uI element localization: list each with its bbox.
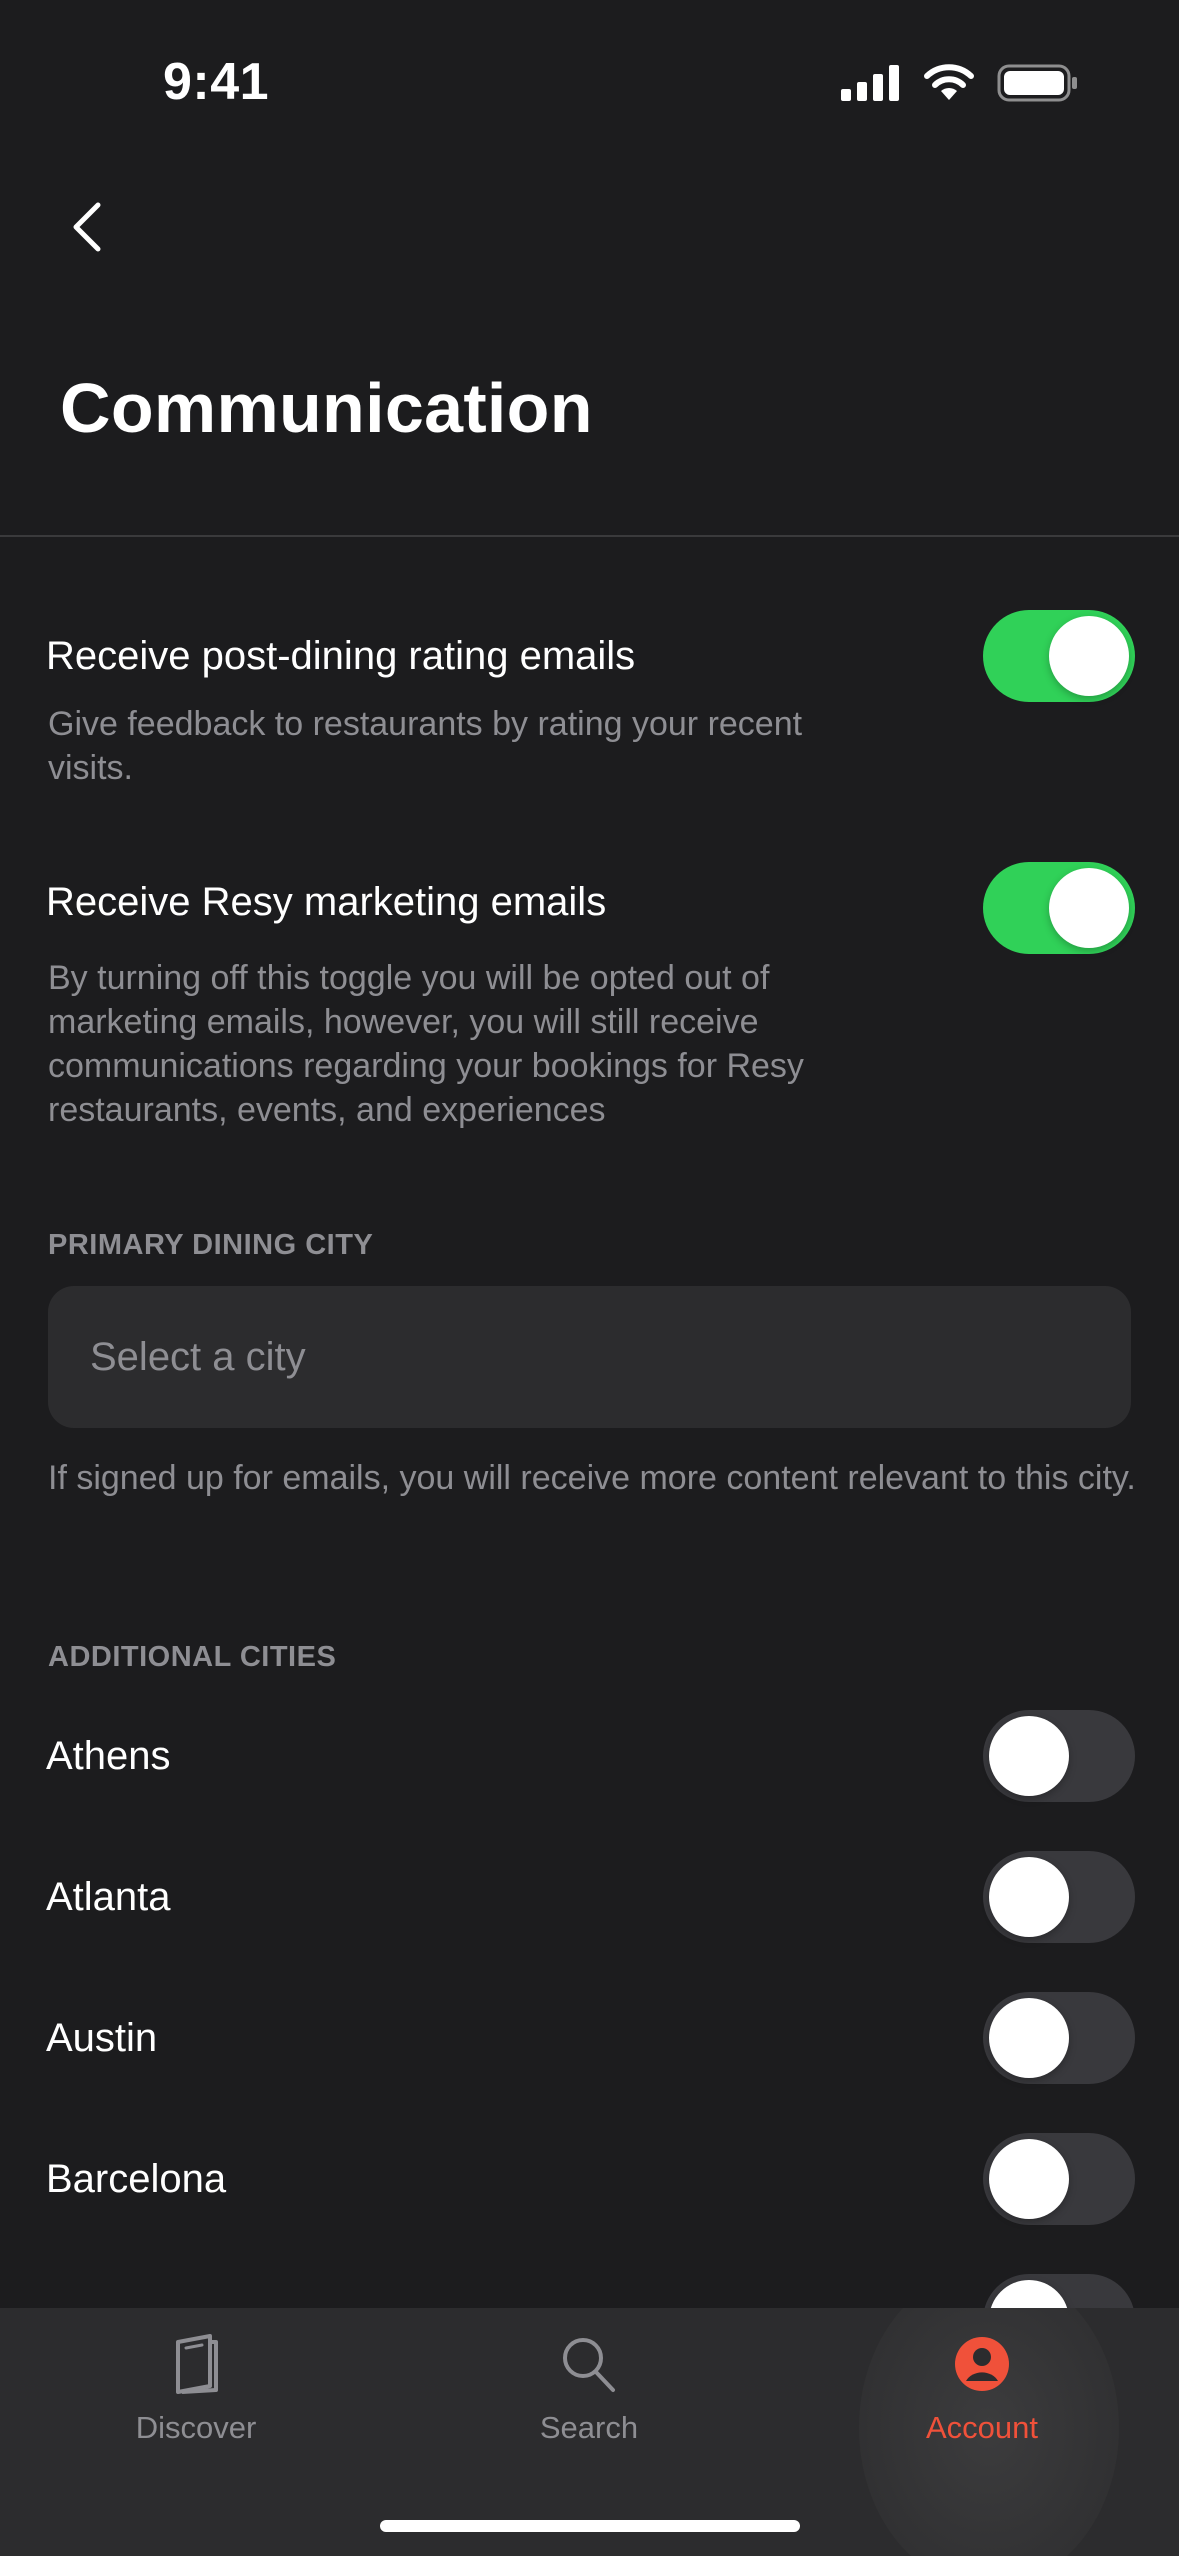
- city-select-placeholder: Select a city: [90, 1334, 306, 1379]
- tab-discover-label: Discover: [135, 2410, 257, 2445]
- atlanta-toggle[interactable]: [983, 1851, 1135, 1943]
- tab-account[interactable]: Account: [832, 2332, 1132, 2482]
- account-icon: [955, 2337, 1009, 2391]
- tab-search[interactable]: Search: [439, 2332, 739, 2482]
- primary-city-label: PRIMARY DINING CITY: [48, 1229, 374, 1261]
- back-button[interactable]: [52, 192, 122, 262]
- setting-marketing-emails-description: By turning off this toggle you will be o…: [48, 959, 804, 1129]
- search-icon: [563, 2338, 615, 2392]
- header-divider: [0, 535, 1179, 537]
- primary-city-help-text: If signed up for emails, you will receiv…: [48, 1459, 1136, 1497]
- city-item-austin: Austin: [46, 2016, 158, 2060]
- status-time: 9:41: [163, 53, 270, 111]
- chevron-left-icon: [73, 202, 101, 252]
- setting-rating-emails-title: Receive post-dining rating emails: [46, 634, 636, 678]
- toggle-knob: [1049, 616, 1129, 696]
- marketing-emails-toggle[interactable]: [983, 862, 1135, 954]
- tab-account-label: Account: [925, 2410, 1038, 2445]
- city-item-atlanta: Atlanta: [46, 1875, 171, 1919]
- athens-toggle[interactable]: [983, 1710, 1135, 1802]
- toggle-knob: [989, 1716, 1069, 1796]
- status-bar: 9:41: [0, 0, 1179, 150]
- barcelona-toggle[interactable]: [983, 2133, 1135, 2225]
- austin-toggle[interactable]: [983, 1992, 1135, 2084]
- home-indicator: [380, 2520, 800, 2532]
- city-select-field[interactable]: Select a city: [48, 1286, 1131, 1428]
- tab-bar: Discover Search Account: [0, 2308, 1179, 2556]
- toggle-knob: [989, 1857, 1069, 1937]
- city-item-athens: Athens: [46, 1734, 171, 1778]
- city-item-barcelona: Barcelona: [46, 2157, 227, 2201]
- discover-icon: [176, 2334, 218, 2394]
- toggle-knob: [989, 2139, 1069, 2219]
- battery-icon: [997, 64, 1077, 102]
- rating-emails-toggle[interactable]: [983, 610, 1135, 702]
- additional-cities-label: ADDITIONAL CITIES: [48, 1641, 337, 1673]
- tab-search-label: Search: [539, 2410, 639, 2445]
- setting-marketing-emails-title: Receive Resy marketing emails: [46, 880, 607, 924]
- toggle-knob: [989, 1998, 1069, 2078]
- wifi-icon: [924, 64, 974, 100]
- cellular-signal-icon: [841, 65, 899, 101]
- page-title: Communication: [60, 369, 593, 447]
- toggle-knob: [1049, 868, 1129, 948]
- tab-discover[interactable]: Discover: [46, 2332, 346, 2482]
- status-icons: [841, 64, 1079, 102]
- setting-rating-emails-description: Give feedback to restaurants by rating y…: [48, 705, 803, 787]
